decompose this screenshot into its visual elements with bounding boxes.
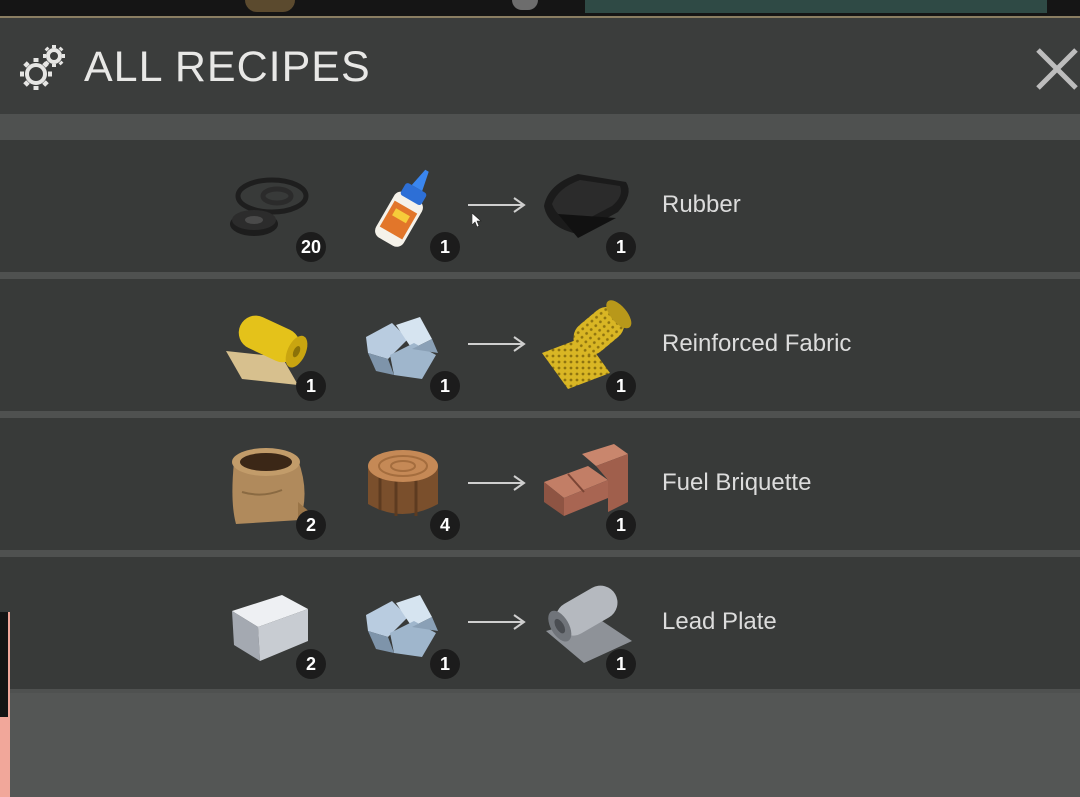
empty-list-area bbox=[8, 693, 1080, 797]
hud-gear-icon bbox=[512, 0, 538, 10]
arrow-right-icon bbox=[468, 475, 526, 491]
result-count: 1 bbox=[606, 649, 636, 679]
result-slot[interactable]: 1 bbox=[538, 154, 636, 262]
recipe-list: 20 1 1 Rubber 1 1 1 Reinforced Fabric 2 … bbox=[0, 140, 1080, 689]
result-count: 1 bbox=[606, 232, 636, 262]
ingredient-slot[interactable]: 20 bbox=[222, 154, 326, 262]
gears-icon bbox=[20, 45, 65, 90]
ingredient-slot[interactable]: 2 bbox=[222, 571, 326, 679]
window-header: ALL RECIPES bbox=[0, 18, 1080, 114]
result-count: 1 bbox=[606, 510, 636, 540]
ingredient-count: 2 bbox=[296, 510, 326, 540]
hud-banner bbox=[585, 0, 1047, 13]
ingredient-slot[interactable]: 4 bbox=[356, 432, 460, 540]
arrow-right-icon bbox=[468, 197, 526, 213]
recipe-row-fuel-briquette[interactable]: 2 4 1 Fuel Briquette bbox=[0, 418, 1080, 550]
result-name: Fuel Briquette bbox=[662, 469, 812, 496]
arrow-right-icon bbox=[468, 336, 526, 352]
ingredient-count: 1 bbox=[430, 371, 460, 401]
result-slot[interactable]: 1 bbox=[538, 432, 636, 540]
mouse-cursor-icon bbox=[472, 213, 482, 227]
ingredient-slot[interactable]: 1 bbox=[356, 154, 460, 262]
result-slot[interactable]: 1 bbox=[538, 571, 636, 679]
arrow-right-icon bbox=[468, 614, 526, 630]
result-name: Lead Plate bbox=[662, 608, 777, 635]
ingredient-count: 20 bbox=[296, 232, 326, 262]
recipe-row-rubber[interactable]: 20 1 1 Rubber bbox=[0, 140, 1080, 272]
ingredient-slot[interactable]: 1 bbox=[356, 293, 460, 401]
ingredient-count: 1 bbox=[296, 371, 326, 401]
ingredient-count: 1 bbox=[430, 232, 460, 262]
ingredient-slot[interactable]: 1 bbox=[222, 293, 326, 401]
ingredient-slot[interactable]: 1 bbox=[356, 571, 460, 679]
ingredient-count: 4 bbox=[430, 510, 460, 540]
ingredient-count: 2 bbox=[296, 649, 326, 679]
page-title: ALL RECIPES bbox=[84, 43, 371, 91]
result-count: 1 bbox=[606, 371, 636, 401]
recipe-row-reinforced-fabric[interactable]: 1 1 1 Reinforced Fabric bbox=[0, 279, 1080, 411]
ingredient-count: 1 bbox=[430, 649, 460, 679]
result-name: Reinforced Fabric bbox=[662, 330, 852, 357]
ingredient-slot[interactable]: 2 bbox=[222, 432, 326, 540]
recipe-row-lead-plate[interactable]: 2 1 1 Lead Plate bbox=[0, 557, 1080, 689]
background-edge-dark bbox=[0, 612, 8, 717]
hud-coin-icon bbox=[245, 0, 295, 12]
result-slot[interactable]: 1 bbox=[538, 293, 636, 401]
result-name: Rubber bbox=[662, 191, 741, 218]
top-hud-bar bbox=[0, 0, 1080, 18]
close-icon[interactable] bbox=[1030, 42, 1080, 92]
recipes-window: ALL RECIPES 20 1 1 Rubber 1 1 1 Reinforc… bbox=[0, 18, 1080, 797]
